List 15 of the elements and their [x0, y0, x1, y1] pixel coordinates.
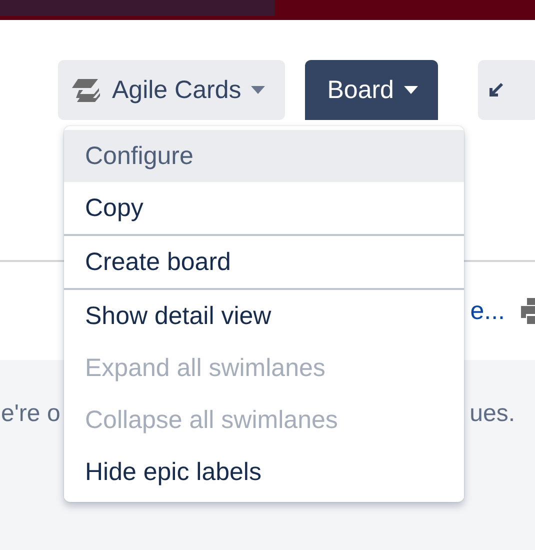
menu-item[interactable]: Copy: [64, 182, 464, 234]
empty-state-text: e're o: [1, 400, 60, 428]
filter-link[interactable]: e...: [470, 296, 505, 326]
caret-icon: [404, 86, 418, 94]
dropdown-button[interactable]: Agile Cards: [58, 60, 286, 120]
caret-icon: [251, 86, 266, 94]
menu-item[interactable]: Hide epic labels: [64, 446, 464, 498]
menu-item[interactable]: Create board: [64, 236, 464, 288]
collapse-button[interactable]: [478, 60, 535, 120]
stacked-cards-icon: [72, 77, 102, 103]
menu-item[interactable]: Show detail view: [64, 290, 464, 342]
arrow-icon: [488, 82, 504, 98]
menu-item[interactable]: Configure: [64, 130, 464, 182]
dropdown-button[interactable]: Board: [305, 60, 438, 120]
empty-state-text: ues.: [470, 400, 515, 428]
